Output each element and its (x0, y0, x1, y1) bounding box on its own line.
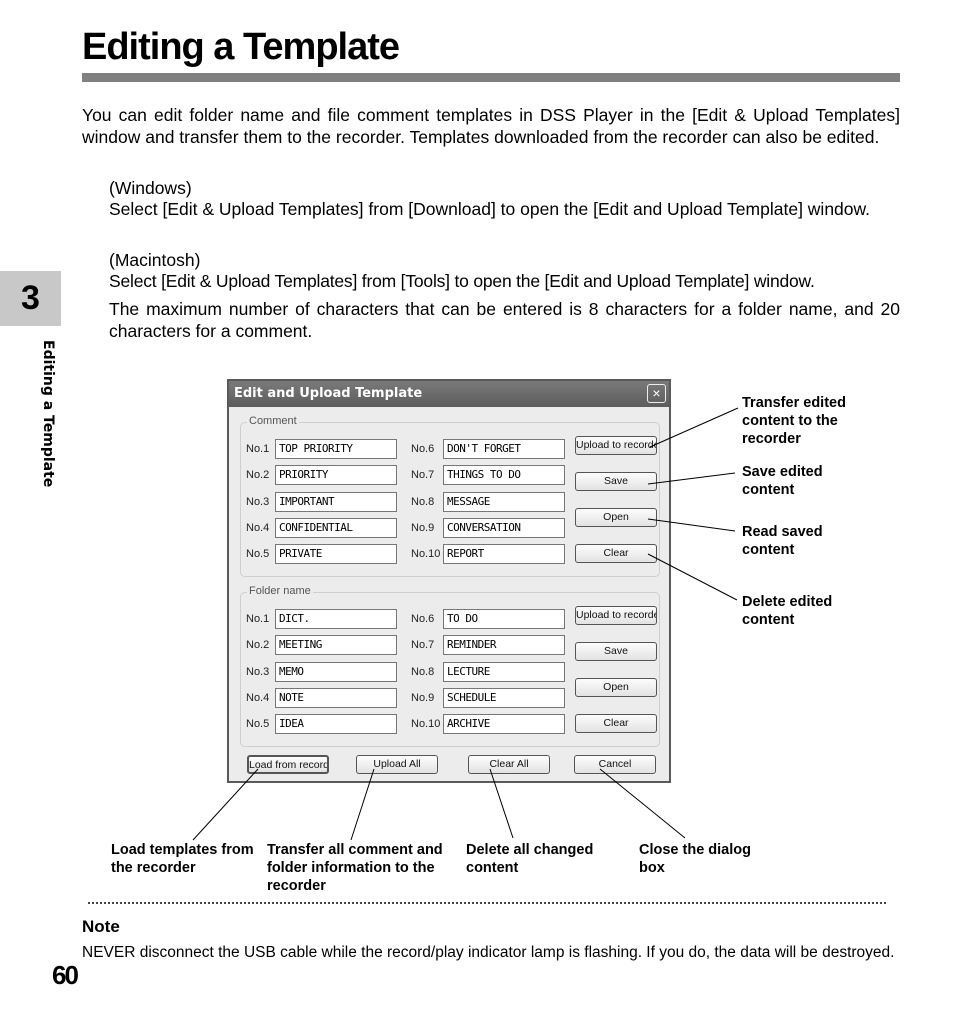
callout-cancel: Close the dialog box (639, 842, 751, 876)
callout-open: Read saved content (742, 524, 823, 558)
note-heading: Note (82, 917, 120, 936)
callout-save: Save edited content (742, 464, 823, 498)
leader-open (647, 518, 736, 532)
leader-save (647, 472, 736, 485)
callout-load: Load templates from the recorder (111, 842, 254, 876)
dotted-divider (88, 902, 886, 904)
leader-upload-all (350, 768, 375, 841)
leader-cancel (599, 768, 686, 839)
callout-clear: Delete edited content (742, 594, 833, 628)
leader-upload (649, 407, 739, 448)
leader-clear-all (489, 768, 514, 839)
leader-clear (647, 553, 738, 601)
callout-upload-all: Transfer all comment and folder informat… (267, 842, 443, 894)
callout-clear-all: Delete all changed content (466, 842, 594, 876)
leader-load (192, 768, 259, 841)
page-number: 60 (52, 960, 79, 990)
note-body: NEVER disconnect the USB cable while the… (82, 944, 895, 961)
callout-upload: Transfer edited content to the recorder (742, 395, 846, 447)
